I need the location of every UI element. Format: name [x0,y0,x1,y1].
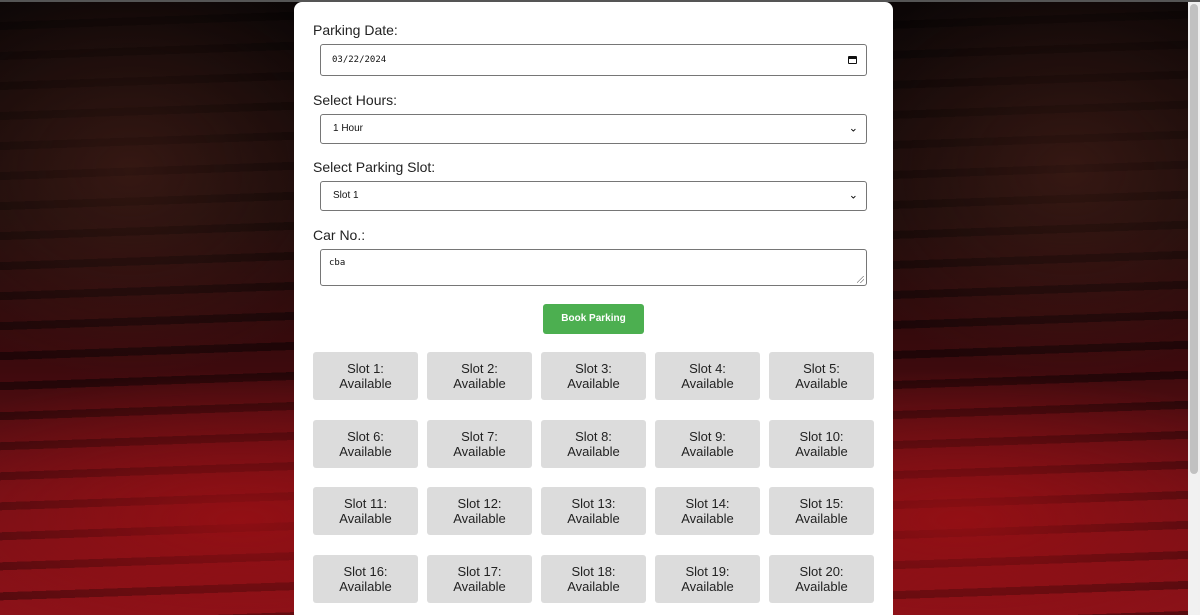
slot-status: Available [795,443,848,459]
slot-name: Slot 7: [461,428,498,444]
slot-name: Slot 1: [347,361,384,376]
book-parking-button[interactable]: Book Parking [543,304,644,334]
slot-status: Available [681,578,734,594]
slot-card[interactable]: Slot 10: Available [769,419,874,468]
slot-status: Available [453,578,506,594]
car-number-label: Car No.: [313,227,366,243]
slot-status: Available [795,578,848,594]
car-number-textarea[interactable]: cba [320,249,867,286]
slot-status: Available [453,443,506,459]
slot-card[interactable]: Slot 2: Available [427,352,532,400]
slot-name: Slot 6: [347,428,384,444]
parking-date-label: Parking Date: [313,22,398,38]
slot-status: Available [339,578,392,594]
slot-select-value: Slot 1 [333,190,359,201]
select-slot-label: Select Parking Slot: [313,159,436,175]
slot-name: Slot 20: [799,563,844,579]
calendar-icon[interactable] [848,56,857,64]
slot-name: Slot 16: [343,563,388,579]
slot-card[interactable]: Slot 8: Available [541,419,646,468]
slot-card[interactable]: Slot 11: Available [313,487,418,535]
slot-status: Available [567,511,620,526]
slot-status: Available [795,511,848,526]
slot-status: Available [339,511,392,526]
hours-select-value: 1 Hour [333,123,364,134]
slot-card[interactable]: Slot 17: Available [427,554,532,603]
slot-name: Slot 10: [799,428,844,444]
slot-name: Slot 13: [571,496,616,511]
slot-card[interactable]: Slot 1: Available [313,352,418,400]
slot-card[interactable]: Slot 12: Available [427,487,532,535]
slot-card[interactable]: Slot 5: Available [769,352,874,400]
parking-date-input[interactable]: 03/22/2024 [320,44,867,76]
car-number-value: cba [329,258,346,268]
slot-select[interactable]: Slot 1 ⌄ [320,181,867,211]
slot-card[interactable]: Slot 7: Available [427,419,532,468]
slot-status: Available [567,578,620,594]
chevron-down-icon: ⌄ [848,189,858,202]
slot-status: Available [339,443,392,459]
slot-name: Slot 5: [803,361,840,376]
slot-status: Available [567,376,620,391]
slot-name: Slot 9: [689,428,726,444]
chevron-down-icon: ⌄ [848,122,858,135]
slot-status: Available [567,443,620,459]
slot-card[interactable]: Slot 14: Available [655,487,760,535]
slot-card[interactable]: Slot 20: Available [769,554,874,603]
slot-status: Available [795,376,848,391]
slot-name: Slot 12: [457,496,502,511]
slot-status: Available [681,511,734,526]
slot-card[interactable]: Slot 19: Available [655,554,760,603]
hours-select[interactable]: 1 Hour ⌄ [320,114,867,144]
slot-name: Slot 4: [689,361,726,376]
slot-name: Slot 2: [461,361,498,376]
scrollbar-thumb[interactable] [1190,4,1198,474]
slot-name: Slot 15: [799,496,844,511]
slot-card[interactable]: Slot 16: Available [313,554,418,603]
parking-form-card: Parking Date: 03/22/2024 Select Hours: 1… [294,2,893,615]
select-hours-label: Select Hours: [313,92,398,108]
slot-status: Available [681,443,734,459]
slot-name: Slot 14: [685,496,730,511]
slot-name: Slot 3: [575,361,612,376]
slot-card[interactable]: Slot 4: Available [655,352,760,400]
parking-date-value: 03/22/2024 [332,55,387,65]
slot-card[interactable]: Slot 18: Available [541,554,646,603]
slot-name: Slot 19: [685,563,730,579]
slot-status: Available [453,376,506,391]
slot-card[interactable]: Slot 3: Available [541,352,646,400]
page-scrollbar[interactable] [1188,2,1200,615]
slot-status: Available [339,376,392,391]
slot-name: Slot 18: [571,563,616,579]
slot-status: Available [681,376,734,391]
slot-card[interactable]: Slot 13: Available [541,487,646,535]
slot-card[interactable]: Slot 15: Available [769,487,874,535]
slot-card[interactable]: Slot 6: Available [313,419,418,468]
slot-name: Slot 11: [343,496,388,511]
slot-name: Slot 8: [575,428,612,444]
slot-card[interactable]: Slot 9: Available [655,419,760,468]
slot-status: Available [453,511,506,526]
slot-name: Slot 17: [457,563,502,579]
resize-handle-icon[interactable] [857,276,864,283]
